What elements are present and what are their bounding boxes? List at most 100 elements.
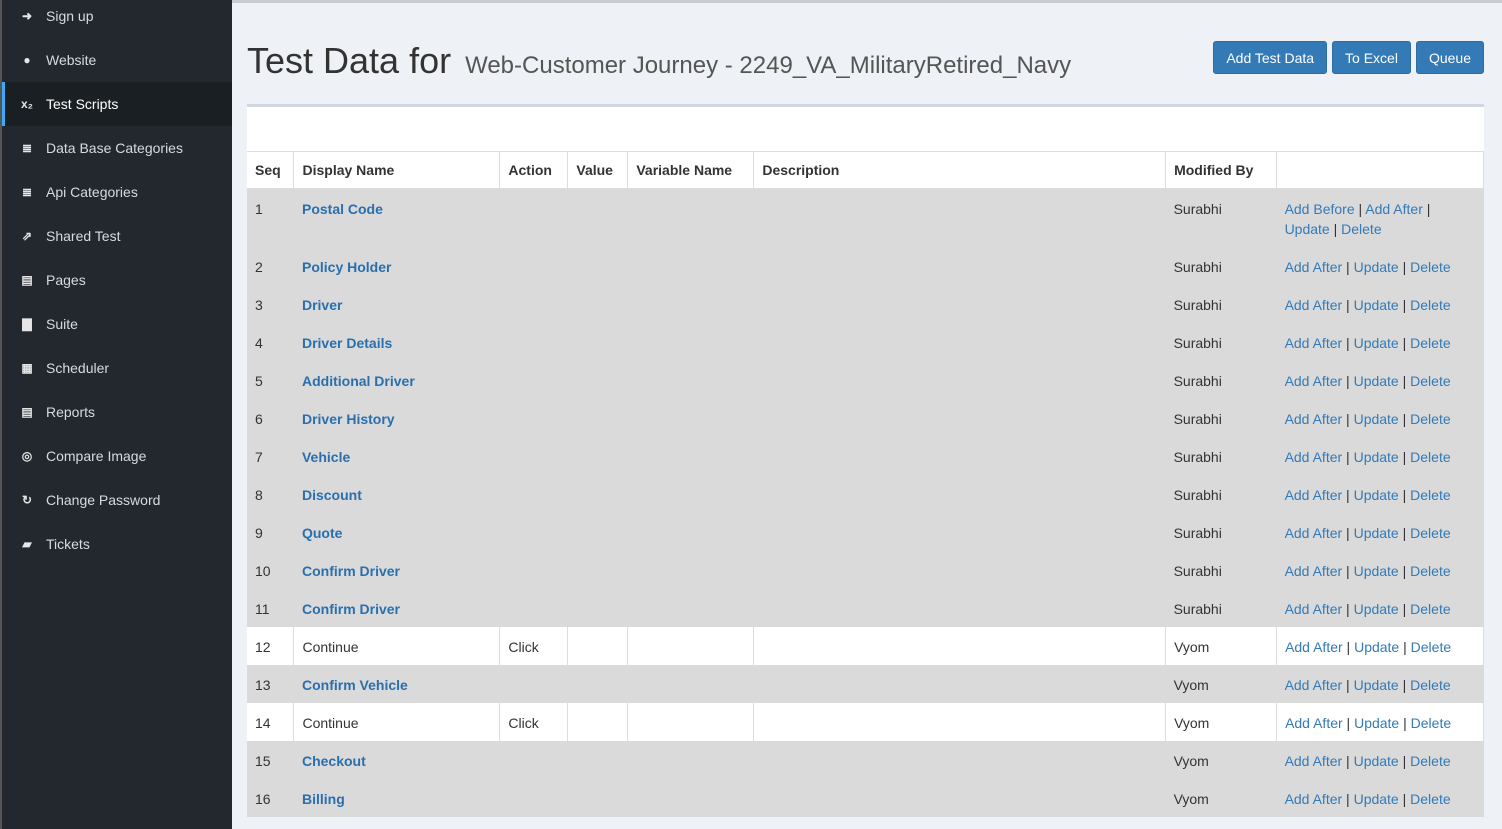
display-name-link[interactable]: Driver History <box>302 411 395 427</box>
update-link[interactable]: Update <box>1285 221 1330 237</box>
add-after-link[interactable]: Add After <box>1285 677 1343 693</box>
to-excel-button[interactable]: To Excel <box>1332 41 1411 74</box>
test-data-table: Seq Display Name Action Value Variable N… <box>247 151 1484 817</box>
delete-link[interactable]: Delete <box>1410 297 1450 313</box>
column-header-modified-by[interactable]: Modified By <box>1165 151 1278 189</box>
update-link[interactable]: Update <box>1354 411 1399 427</box>
sidebar-item-pages[interactable]: ▤ Pages <box>2 258 232 302</box>
add-test-data-button[interactable]: Add Test Data <box>1213 41 1328 74</box>
update-link[interactable]: Update <box>1354 525 1399 541</box>
update-link[interactable]: Update <box>1354 639 1399 655</box>
add-after-link[interactable]: Add After <box>1285 601 1343 617</box>
add-after-link[interactable]: Add After <box>1285 487 1343 503</box>
delete-link[interactable]: Delete <box>1410 259 1450 275</box>
update-link[interactable]: Update <box>1354 335 1399 351</box>
add-before-link[interactable]: Add Before <box>1285 201 1355 217</box>
column-header-display-name[interactable]: Display Name <box>293 151 501 189</box>
delete-link[interactable]: Delete <box>1411 639 1451 655</box>
sidebar-item-suite[interactable]: ▇ Suite <box>2 302 232 346</box>
cell-variable-name <box>627 779 754 817</box>
add-after-link[interactable]: Add After <box>1285 259 1343 275</box>
add-after-link[interactable]: Add After <box>1285 791 1343 807</box>
update-link[interactable]: Update <box>1354 449 1399 465</box>
add-after-link[interactable]: Add After <box>1285 753 1343 769</box>
delete-link[interactable]: Delete <box>1410 525 1450 541</box>
cell-seq: 2 <box>247 247 294 285</box>
add-after-link[interactable]: Add After <box>1285 639 1343 655</box>
add-after-link[interactable]: Add After <box>1285 449 1343 465</box>
update-link[interactable]: Update <box>1354 563 1399 579</box>
delete-link[interactable]: Delete <box>1411 715 1451 731</box>
sidebar-item-website[interactable]: ● Website <box>2 38 232 82</box>
add-after-link[interactable]: Add After <box>1365 201 1423 217</box>
sidebar-item-shared-test[interactable]: ⇗ Shared Test <box>2 214 232 258</box>
cell-seq: 13 <box>247 665 294 703</box>
cell-description <box>753 779 1166 817</box>
update-link[interactable]: Update <box>1354 297 1399 313</box>
delete-link[interactable]: Delete <box>1410 753 1450 769</box>
column-header-action[interactable]: Action <box>499 151 569 189</box>
add-after-link[interactable]: Add After <box>1285 525 1343 541</box>
add-after-link[interactable]: Add After <box>1285 563 1343 579</box>
sidebar-item-tickets[interactable]: ▰ Tickets <box>2 522 232 566</box>
update-link[interactable]: Update <box>1354 487 1399 503</box>
display-name-link[interactable]: Driver <box>302 297 342 313</box>
display-name-link[interactable]: Policy Holder <box>302 259 391 275</box>
delete-link[interactable]: Delete <box>1410 677 1450 693</box>
sidebar-item-scheduler[interactable]: ▦ Scheduler <box>2 346 232 390</box>
add-after-link[interactable]: Add After <box>1285 335 1343 351</box>
sidebar-item-compare-image[interactable]: ◎ Compare Image <box>2 434 232 478</box>
sidebar-item-reports[interactable]: ▤ Reports <box>2 390 232 434</box>
cell-value <box>567 779 628 817</box>
sidebar-item-api-categories[interactable]: ≣ Api Categories <box>2 170 232 214</box>
display-name-link[interactable]: Discount <box>302 487 362 503</box>
delete-link[interactable]: Delete <box>1410 563 1450 579</box>
display-name-link[interactable]: Additional Driver <box>302 373 415 389</box>
delete-link[interactable]: Delete <box>1410 335 1450 351</box>
column-header-description[interactable]: Description <box>753 151 1167 189</box>
display-name-link[interactable]: Checkout <box>302 753 366 769</box>
delete-link[interactable]: Delete <box>1410 601 1450 617</box>
update-link[interactable]: Update <box>1354 715 1399 731</box>
delete-link[interactable]: Delete <box>1341 221 1381 237</box>
display-name-link[interactable]: Quote <box>302 525 342 541</box>
column-header-variable-name[interactable]: Variable Name <box>627 151 755 189</box>
sidebar-item-sign-up[interactable]: ➜ Sign up <box>2 0 232 38</box>
display-name-link[interactable]: Postal Code <box>302 201 383 217</box>
update-link[interactable]: Update <box>1354 677 1399 693</box>
cell-seq: 9 <box>247 513 294 551</box>
delete-link[interactable]: Delete <box>1410 487 1450 503</box>
display-name-link[interactable]: Driver Details <box>302 335 392 351</box>
display-name-text: Continue <box>302 715 359 731</box>
update-link[interactable]: Update <box>1354 259 1399 275</box>
column-header-seq[interactable]: Seq <box>247 151 295 189</box>
add-after-link[interactable]: Add After <box>1285 715 1343 731</box>
cell-seq: 14 <box>247 703 295 741</box>
delete-link[interactable]: Delete <box>1410 411 1450 427</box>
queue-button[interactable]: Queue <box>1415 41 1484 74</box>
update-link[interactable]: Update <box>1354 791 1399 807</box>
update-link[interactable]: Update <box>1354 373 1399 389</box>
cell-row-actions: Add After | Update | Delete <box>1276 589 1484 627</box>
display-name-link[interactable]: Billing <box>302 791 345 807</box>
add-after-link[interactable]: Add After <box>1285 297 1343 313</box>
update-link[interactable]: Update <box>1354 753 1399 769</box>
delete-link[interactable]: Delete <box>1410 373 1450 389</box>
add-after-link[interactable]: Add After <box>1285 373 1343 389</box>
link-separator: | <box>1398 411 1411 427</box>
display-name-link[interactable]: Vehicle <box>302 449 350 465</box>
sidebar-item-test-scripts[interactable]: x₂ Test Scripts <box>2 82 232 126</box>
column-header-value[interactable]: Value <box>567 151 629 189</box>
sidebar-item-data-base-categories[interactable]: ≣ Data Base Categories <box>2 126 232 170</box>
sidebar-item-change-password[interactable]: ↻ Change Password <box>2 478 232 522</box>
delete-link[interactable]: Delete <box>1410 449 1450 465</box>
delete-link[interactable]: Delete <box>1410 791 1450 807</box>
update-link[interactable]: Update <box>1354 601 1399 617</box>
add-after-link[interactable]: Add After <box>1285 411 1343 427</box>
cell-modified-by: Vyom <box>1165 703 1278 741</box>
display-name-link[interactable]: Confirm Driver <box>302 601 400 617</box>
table-row: 11 Confirm Driver Surabhi Add After | Updat… <box>247 589 1484 627</box>
display-name-link[interactable]: Confirm Vehicle <box>302 677 408 693</box>
cell-display-name: Continue <box>293 627 501 665</box>
display-name-link[interactable]: Confirm Driver <box>302 563 400 579</box>
